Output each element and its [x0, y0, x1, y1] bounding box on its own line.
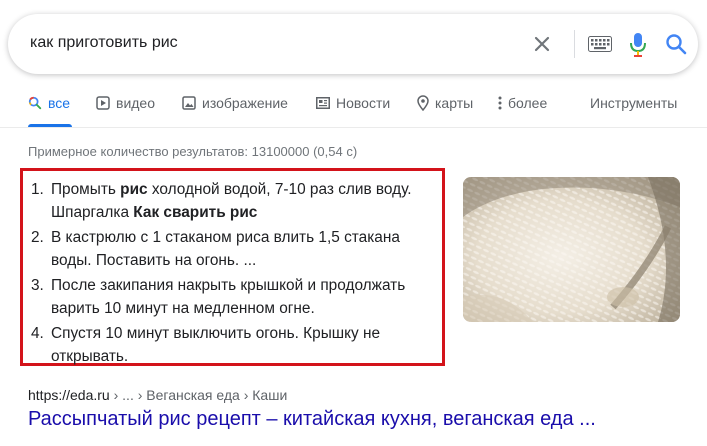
keyboard-icon[interactable] — [588, 36, 612, 52]
tab-label: карты — [435, 95, 474, 111]
step-text: Спустя 10 минут выключить огонь. Крышку … — [51, 325, 381, 365]
tab-maps[interactable]: карты — [417, 95, 473, 111]
step-text: После закипания накрыть крышкой и продол… — [51, 277, 406, 317]
search-icon — [28, 96, 42, 110]
image-icon — [182, 96, 196, 110]
list-item: 3. После закипания накрыть крышкой и про… — [31, 274, 441, 320]
step-bold: Как сварить рис — [133, 204, 258, 221]
rice-photo — [463, 177, 680, 322]
tab-tools[interactable]: Инструменты — [590, 95, 677, 111]
tab-label: Новости — [336, 95, 391, 111]
search-icon[interactable] — [664, 32, 688, 56]
tab-all[interactable]: все — [28, 95, 70, 111]
snippet-image[interactable] — [463, 177, 680, 322]
list-item: 1. Промыть рис холодной водой, 7-10 раз … — [31, 178, 441, 224]
tab-news[interactable]: Новости — [316, 95, 390, 111]
tab-label: видео — [116, 95, 155, 111]
microphone-icon[interactable] — [628, 32, 648, 58]
more-vert-icon — [498, 96, 502, 110]
step-bold: рис — [120, 181, 148, 198]
tab-label: изображение — [202, 95, 288, 111]
list-item: 4. Спустя 10 минут выключить огонь. Крыш… — [31, 322, 441, 368]
step-number: 4. — [31, 325, 44, 342]
result-url[interactable]: https://eda.ru › ... › Веганская еда › К… — [28, 387, 287, 403]
step-text: В кастрюлю с 1 стаканом риса влить 1,5 с… — [51, 229, 400, 269]
tab-more[interactable]: более — [498, 95, 547, 111]
list-item: 2. В кастрюлю с 1 стаканом риса влить 1,… — [31, 226, 441, 272]
tab-label: более — [508, 95, 548, 111]
search-tabs: все видео изображение Новости карты боле… — [0, 84, 707, 128]
snippet-steps: 1. Промыть рис холодной водой, 7-10 раз … — [31, 178, 441, 370]
tab-label: все — [48, 95, 71, 111]
result-stats: Примерное количество результатов: 131000… — [28, 144, 358, 159]
featured-snippet: 1. Промыть рис холодной водой, 7-10 раз … — [20, 168, 445, 366]
close-icon[interactable] — [532, 34, 552, 54]
result-title-link[interactable]: Рассыпчатый рис рецепт – китайская кухня… — [28, 408, 596, 431]
news-icon — [316, 97, 330, 109]
map-pin-icon — [417, 95, 429, 111]
tabs-divider — [0, 127, 707, 128]
tab-images[interactable]: изображение — [182, 95, 288, 111]
search-bar[interactable]: как приготовить рис — [8, 14, 698, 74]
step-number: 2. — [31, 229, 44, 246]
video-icon — [96, 96, 110, 110]
step-text: Промыть — [51, 181, 121, 198]
result-domain: https://eda.ru — [28, 387, 110, 403]
tab-label: Инструменты — [590, 95, 678, 111]
search-input[interactable]: как приготовить рис — [30, 34, 178, 52]
search-divider — [574, 30, 575, 58]
step-number: 3. — [31, 277, 44, 294]
tab-video[interactable]: видео — [96, 95, 155, 111]
step-number: 1. — [31, 181, 44, 198]
breadcrumb: › ... › Веганская еда › Каши — [109, 387, 288, 403]
